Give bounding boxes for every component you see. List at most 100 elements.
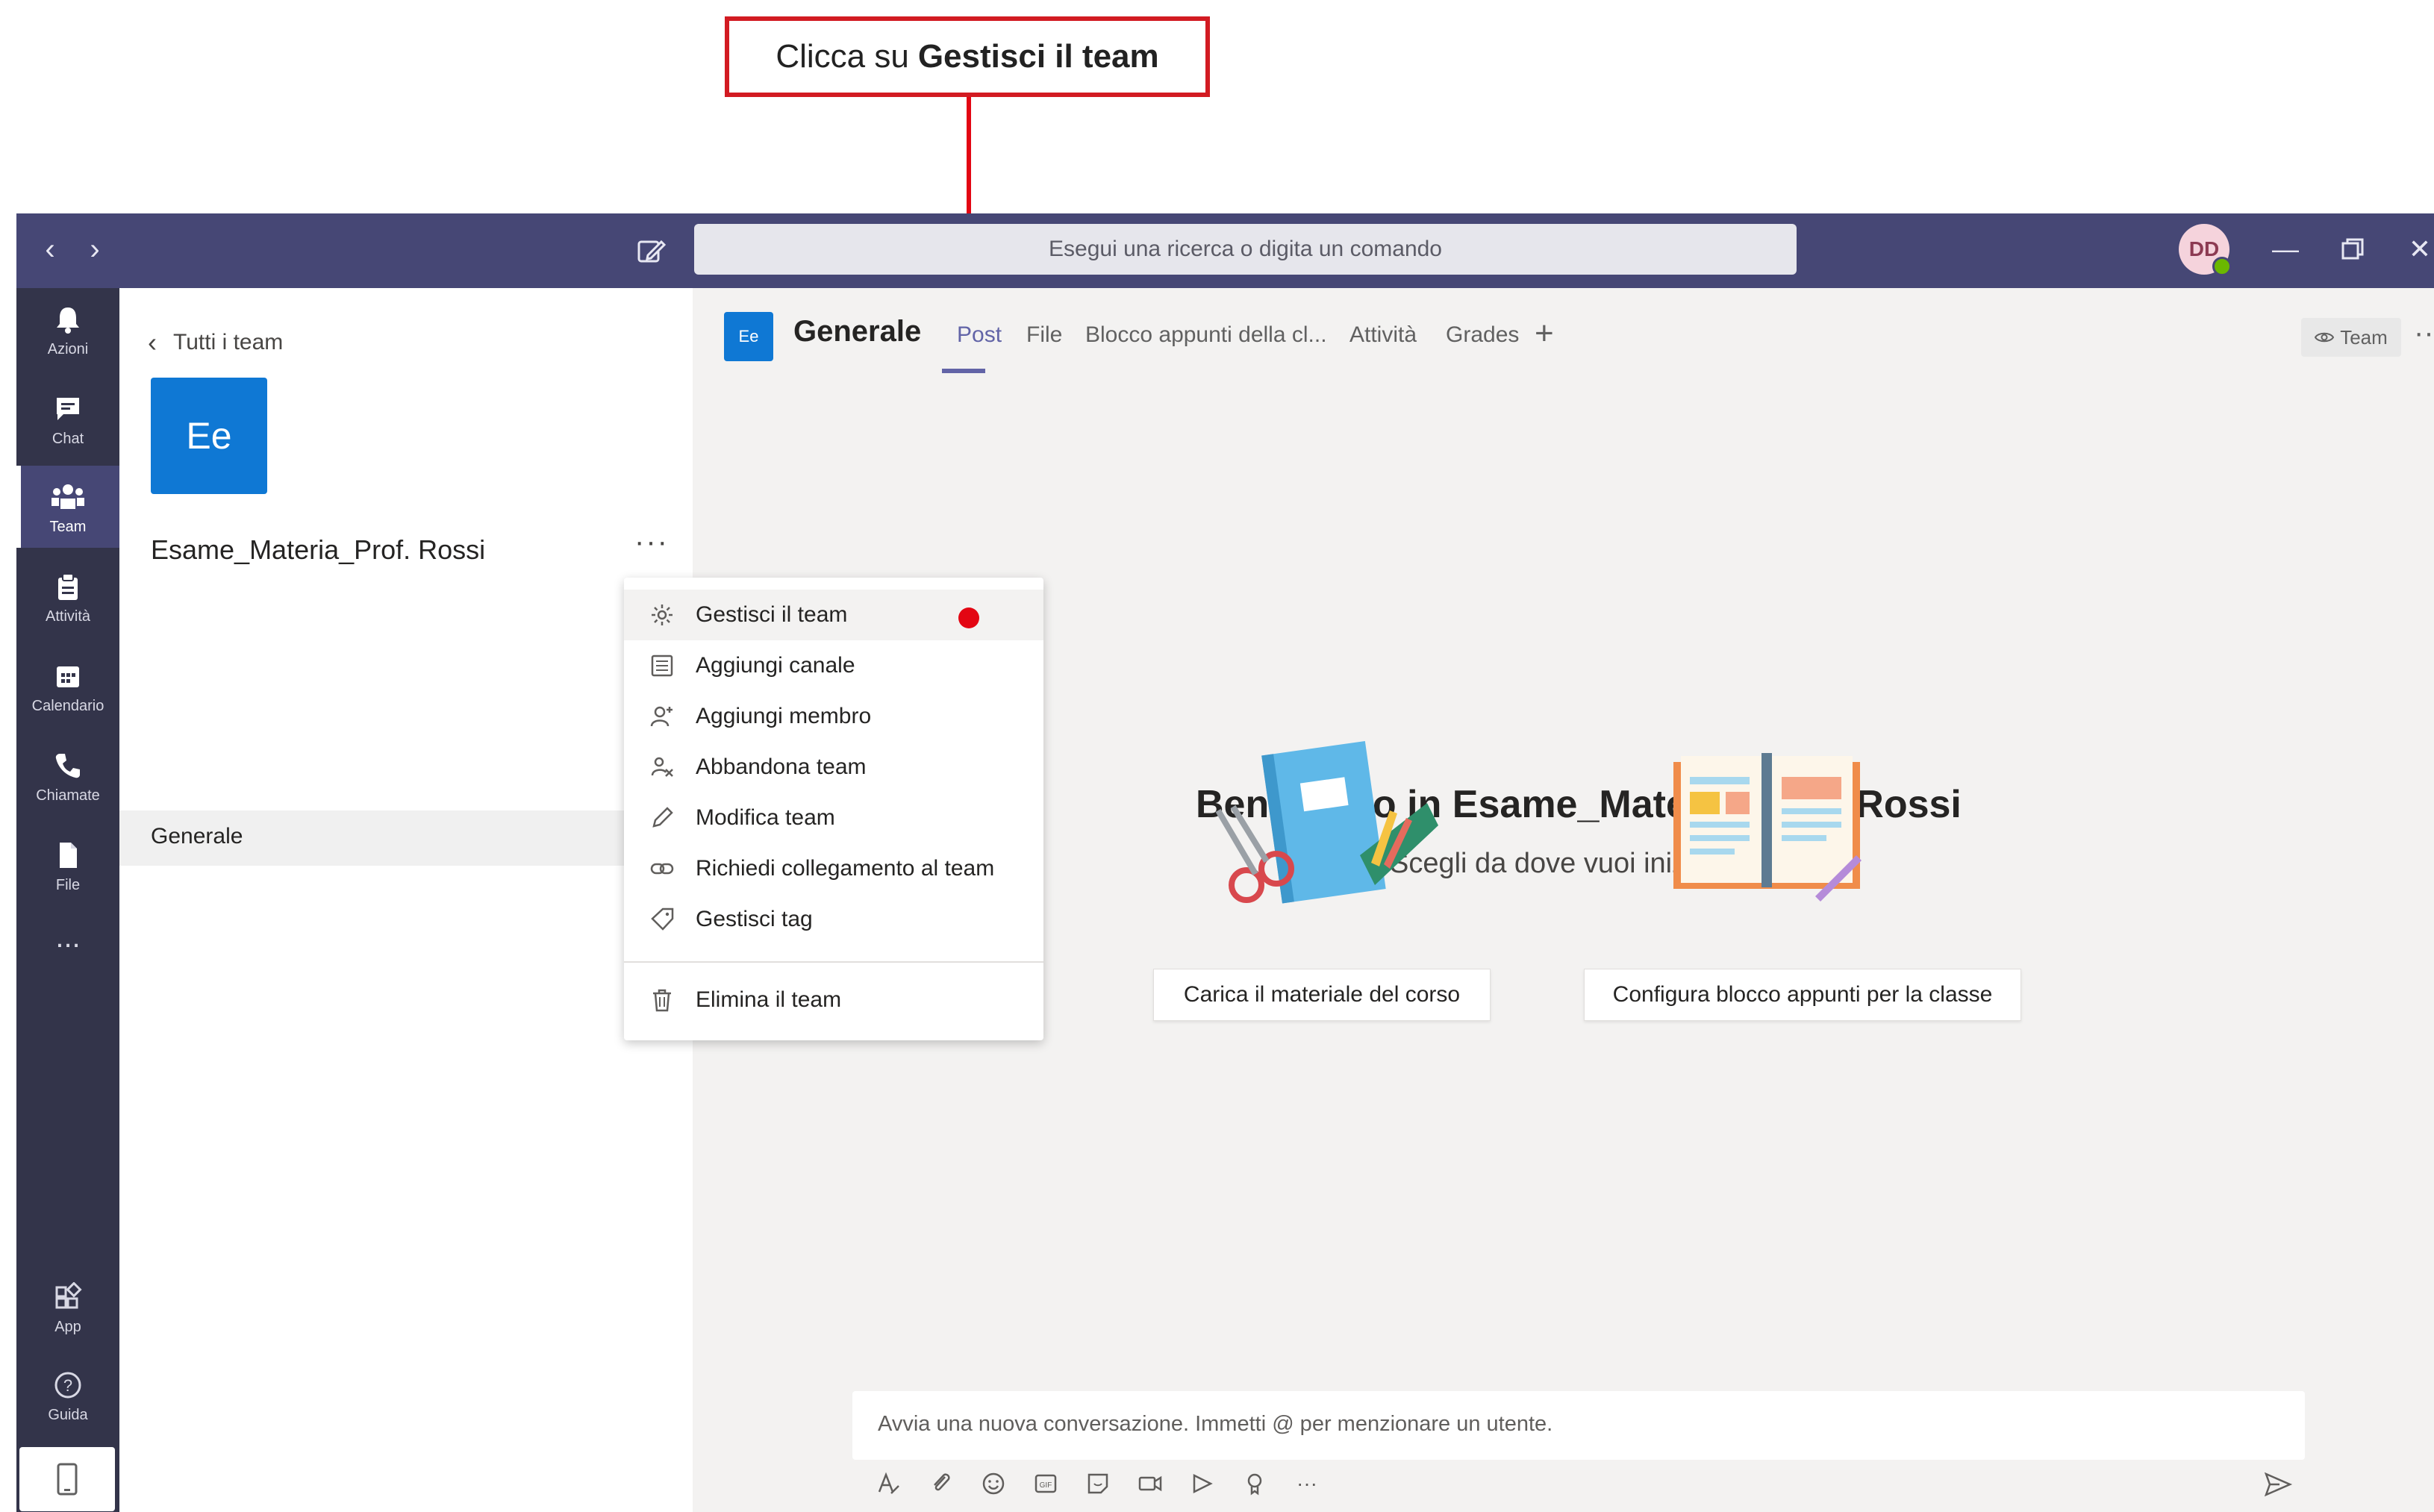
menu-item-leave-team[interactable]: Abbandona team [624,742,1043,793]
calendar-icon [49,657,87,695]
callout-prefix: Clicca su [776,38,909,75]
rail-item-guida[interactable]: ? Guida [16,1354,119,1436]
link-icon [646,853,678,884]
teams-window: ‹ › Esegui una ricerca o digita un coman… [16,213,2434,1512]
channel-icon [646,650,678,681]
tab-blocco-appunti[interactable]: Blocco appunti della cl... [1085,322,1327,348]
rail-label: Azioni [47,340,89,357]
rail-label: Chat [52,430,84,447]
channel-title: Generale [793,315,922,348]
rail-label: Team [49,518,87,535]
menu-label: Modifica team [696,805,835,830]
menu-item-delete-team[interactable]: Elimina il team [624,975,1043,1025]
channel-label: Generale [151,824,243,849]
instruction-callout: Clicca su Gestisci il team [725,16,1210,97]
menu-label: Elimina il team [696,987,842,1012]
team-more-options-icon[interactable]: ··· [634,525,669,559]
rail-label: File [55,876,81,893]
upload-course-material-button[interactable]: Carica il materiale del corso [1153,969,1491,1021]
compose-placeholder: Avvia una nuova conversazione. Immetti @… [878,1412,1553,1436]
rail-label: Chiamate [36,787,100,804]
sticker-icon[interactable] [1084,1469,1112,1498]
rail-item-team[interactable]: Team [16,466,119,548]
menu-label: Abbandona team [696,755,867,779]
rail-item-chiamate[interactable]: Chiamate [16,734,119,816]
rail-item-azioni[interactable]: Azioni [16,288,119,370]
setup-class-notebook-button[interactable]: Configura blocco appunti per la classe [1584,969,2021,1021]
send-icon[interactable] [2263,1469,2293,1499]
team-view-label: Team [2340,325,2388,349]
avatar-initials: DD [2188,237,2220,260]
pencil-icon [646,802,678,834]
format-icon[interactable] [875,1469,903,1498]
close-icon[interactable]: ✕ [2397,227,2434,272]
rail-label: App [54,1318,81,1335]
new-conversation-input[interactable]: Avvia una nuova conversazione. Immetti @… [852,1391,2305,1460]
menu-item-manage-team[interactable]: Gestisci il team [624,590,1043,640]
add-tab-icon[interactable]: + [1535,315,1554,352]
rail-item-file[interactable]: File [16,824,119,906]
emoji-icon[interactable] [979,1469,1008,1498]
app-rail: Azioni Chat Team Attività Calendario Chi… [16,288,119,1512]
tab-attivita[interactable]: Attività [1349,322,1417,348]
team-view-button[interactable]: Team [2301,318,2401,357]
menu-divider [624,961,1043,963]
bell-icon [49,301,87,338]
search-placeholder: Esegui una ricerca o digita un comando [1049,237,1442,261]
more-tools-icon[interactable]: ··· [1293,1469,1321,1498]
rail-label: Attività [45,607,91,625]
rail-more-label: ... [55,920,81,954]
gif-icon[interactable]: GIF [1032,1469,1060,1498]
search-input[interactable]: Esegui una ricerca o digita un comando [694,224,1797,275]
menu-label: Richiedi collegamento al team [696,856,995,881]
compose-icon[interactable] [633,233,669,269]
header-more-icon[interactable]: ··· [2414,316,2434,350]
svg-text:?: ? [63,1376,72,1395]
chat-icon [49,390,87,428]
meet-now-icon[interactable] [1136,1469,1164,1498]
minimize-icon[interactable]: — [2263,227,2308,272]
rail-item-app[interactable]: App [16,1266,119,1348]
menu-label: Aggiungi membro [696,704,872,728]
trash-icon [646,984,678,1016]
praise-icon[interactable] [1241,1469,1269,1498]
title-bar: ‹ › Esegui una ricerca o digita un coman… [16,213,2434,288]
channel-initials: Ee [738,327,759,346]
rail-item-calendario[interactable]: Calendario [16,645,119,727]
menu-item-get-team-link[interactable]: Richiedi collegamento al team [624,843,1043,894]
tab-file[interactable]: File [1026,322,1062,348]
menu-item-add-channel[interactable]: Aggiungi canale [624,640,1043,691]
rail-more-icon[interactable]: ... [16,907,119,967]
rail-item-chat[interactable]: Chat [16,378,119,460]
callout-bold: Gestisci il team [917,38,1159,75]
tab-grades[interactable]: Grades [1446,322,1519,348]
help-icon: ? [49,1366,87,1404]
restore-icon[interactable] [2330,227,2375,272]
channel-item-generale[interactable]: Generale [119,810,693,866]
file-icon [49,837,87,874]
tab-post[interactable]: Post [957,322,1002,348]
rail-item-attivita[interactable]: Attività [16,555,119,637]
callout-pointer-dot [958,607,979,628]
active-tab-indicator [942,369,985,373]
team-avatar: Ee [151,378,267,494]
mobile-device-icon[interactable] [19,1447,115,1511]
channel-avatar: Ee [724,312,773,361]
svg-text:GIF: GIF [1040,1481,1052,1490]
back-arrow-icon[interactable]: ‹ [31,227,69,272]
menu-item-add-member[interactable]: Aggiungi membro [624,691,1043,742]
stream-icon[interactable] [1188,1469,1217,1498]
team-panel: ‹ Tutti i team Ee Esame_Materia_Prof. Ro… [119,288,693,1512]
team-options-menu: Gestisci il team Aggiungi canale Aggiung… [624,578,1043,1040]
menu-label: Gestisci tag [696,907,813,931]
all-teams-link[interactable]: ‹ Tutti i team [148,327,283,358]
menu-label: Gestisci il team [696,602,848,627]
rail-label: Calendario [31,697,104,714]
team-name: Esame_Materia_Prof. Rossi [151,534,486,565]
attach-icon[interactable] [927,1469,955,1498]
menu-item-edit-team[interactable]: Modifica team [624,793,1043,843]
presence-badge [2212,257,2232,276]
menu-item-manage-tags[interactable]: Gestisci tag [624,894,1043,945]
eye-icon [2315,326,2335,349]
forward-arrow-icon[interactable]: › [76,227,113,272]
